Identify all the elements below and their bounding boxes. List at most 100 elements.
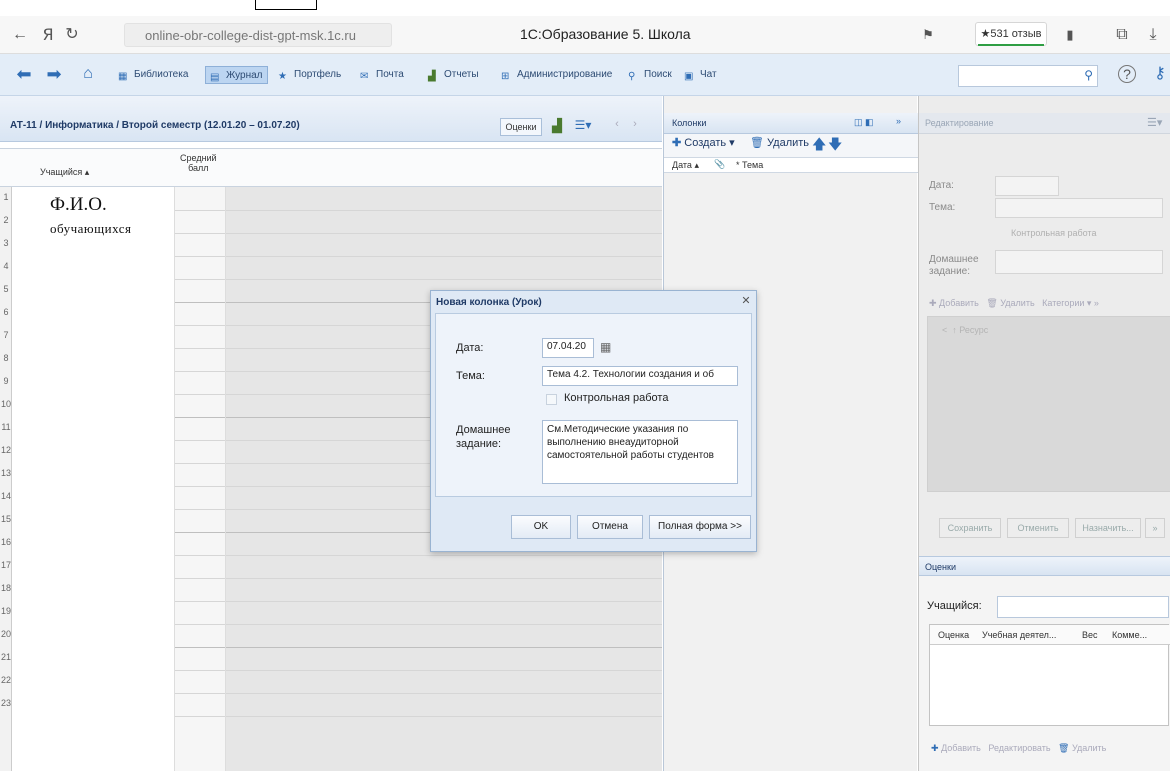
row-number-column: 1 2 3 4 5 6 7 8 9 10 11 12 13 14 15 16 17 18 19 20 21 22 23 — [0, 187, 12, 771]
edit-topic-field[interactable] — [995, 198, 1163, 218]
delete-grade-button[interactable]: 🗑 Удалить — [1058, 743, 1106, 753]
prev-page-icon[interactable]: ‹ — [610, 118, 624, 136]
columns-toolbar: ✚ Создать ▾ 🗑 Удалить 🡅 🡇 Дата ▴ 📎 * Тем… — [664, 134, 918, 173]
dialog-title: Новая колонка (Урок) — [436, 297, 542, 308]
toolbar-reports[interactable]: ▟ Отчеты — [428, 66, 479, 84]
add-resource-button[interactable]: ✚ Добавить — [929, 298, 979, 308]
delete-resource-label: Удалить — [1000, 298, 1035, 308]
settings-key-icon[interactable]: ⚷ — [1150, 64, 1170, 84]
row-number: 9 — [3, 376, 9, 386]
panel-toggle-icon[interactable]: ◫ ◧ — [854, 117, 874, 128]
extensions-icon[interactable]: ⧉ — [1112, 25, 1132, 45]
toolbar-admin-label: Администрирование — [517, 69, 613, 80]
chat-icon: ▣ — [684, 71, 694, 82]
column-header-students[interactable]: Учащийся ▴ — [40, 167, 89, 178]
grades-subpanel: Оценки Учащийся: Оценка Учебная деятел..… — [919, 556, 1170, 771]
download-icon[interactable]: ⤓ — [1143, 25, 1163, 45]
calendar-icon[interactable]: ▦ — [600, 340, 611, 354]
toolbar-library[interactable]: ▦ Библиотека — [118, 66, 188, 84]
row-number: 5 — [3, 284, 9, 294]
full-form-button[interactable]: Полная форма >> — [649, 515, 751, 539]
column-header-average[interactable]: Средний балл — [180, 153, 217, 173]
grid-row-line — [175, 256, 225, 257]
grades-student-field[interactable] — [997, 596, 1169, 618]
dialog-topic-field[interactable]: Тема 4.2. Технологии создания и об — [542, 366, 738, 386]
grid-row-line — [175, 233, 225, 234]
edit-homework-field[interactable] — [995, 250, 1163, 274]
col-activity[interactable]: Учебная деятел... — [982, 630, 1056, 640]
next-page-icon[interactable]: › — [628, 118, 642, 136]
collapse-icon[interactable]: » — [896, 116, 901, 126]
row-number: 17 — [1, 560, 12, 570]
column-header-average-line1: Средний — [180, 153, 217, 163]
create-button[interactable]: ✚ Создать ▾ — [672, 136, 735, 149]
toolbar-search[interactable]: ⚲ Поиск — [628, 66, 672, 84]
close-icon[interactable]: ✕ — [739, 294, 753, 308]
grid-row-line — [226, 647, 662, 648]
delete-resource-button[interactable]: 🗑 Удалить — [986, 298, 1034, 308]
ok-button[interactable]: OK — [511, 515, 571, 539]
column-header-average-line2: балл — [188, 163, 209, 173]
address-bar[interactable]: online-obr-college-dist-gpt-msk.1c.ru — [124, 23, 392, 47]
row-number: 19 — [1, 606, 12, 616]
move-up-arrow-icon[interactable]: 🡅 — [812, 134, 826, 158]
trash-icon: 🗑 — [1058, 743, 1070, 753]
cropped-boxed-word — [255, 0, 317, 10]
grid-row-line — [175, 440, 225, 441]
bar-chart-icon[interactable]: ▟ — [548, 118, 566, 136]
grid-row-line — [175, 371, 225, 372]
resource-header: < ↑ Ресурс — [942, 325, 989, 335]
cancel-edit-button[interactable]: Отменить — [1007, 518, 1069, 538]
toolbar-journal[interactable]: ▤ Журнал — [205, 66, 268, 84]
column-head-date[interactable]: Дата ▴ — [672, 160, 699, 171]
add-resource-label: Добавить — [939, 298, 979, 308]
help-icon[interactable]: ? — [1118, 65, 1136, 83]
grid-row-line — [226, 601, 662, 602]
toolbar-journal-label: Журнал — [226, 70, 263, 81]
column-head-topic[interactable]: * Тема — [736, 160, 763, 170]
toolbar-chat[interactable]: ▣ Чат — [684, 66, 717, 84]
global-search-input[interactable]: ⚲ — [958, 65, 1098, 87]
bookmark-icon[interactable]: ▮ — [1060, 25, 1080, 45]
delete-button[interactable]: 🗑 Удалить — [750, 136, 809, 149]
journal-header: АТ-11 / Информатика / Второй семестр (12… — [0, 96, 662, 142]
dialog-homework-field[interactable]: См.Методические указания по выполнению в… — [542, 420, 738, 484]
add-grade-button[interactable]: ✚ Добавить — [931, 743, 981, 753]
menu-icon[interactable]: ☰▾ — [1147, 116, 1162, 129]
search-icon[interactable]: ⚲ — [1084, 68, 1093, 82]
edit-grade-button[interactable]: Редактировать — [988, 743, 1050, 753]
grid-row-line — [175, 417, 225, 418]
col-grade[interactable]: Оценка — [938, 630, 969, 640]
col-weight[interactable]: Вес — [1082, 630, 1098, 640]
control-work-checkbox[interactable] — [546, 394, 557, 405]
row-number: 10 — [1, 399, 12, 409]
back-arrow-icon[interactable]: ⬅ — [14, 64, 34, 84]
toolbar-mail[interactable]: ✉ Почта — [360, 66, 404, 84]
edit-date-field[interactable] — [995, 176, 1059, 196]
new-column-dialog: Новая колонка (Урок) ✕ Дата: 07.04.20 ▦ … — [430, 290, 757, 552]
reload-icon[interactable]: ↻ — [62, 25, 82, 45]
journal-title: АТ-11 / Информатика / Второй семестр (12… — [10, 120, 300, 131]
categories-button[interactable]: Категории ▾ » — [1042, 298, 1099, 308]
forward-arrow-icon[interactable]: ➡ — [44, 64, 64, 84]
reviews-badge[interactable]: ★531 отзыв — [975, 22, 1047, 46]
assign-button[interactable]: Назначить... — [1075, 518, 1141, 538]
row-number: 4 — [3, 261, 9, 271]
grades-button[interactable]: Оценки — [500, 118, 542, 136]
cancel-button[interactable]: Отмена — [577, 515, 643, 539]
yandex-logo-icon[interactable]: Я — [38, 25, 58, 45]
reviews-rating-bar — [978, 44, 1044, 46]
back-arrow-icon[interactable]: ← — [10, 25, 30, 45]
toolbar-portfolio[interactable]: ★ Портфель — [278, 66, 341, 84]
translate-icon[interactable]: ⚑ — [918, 25, 938, 45]
more-icon[interactable]: » — [1145, 518, 1165, 538]
save-button[interactable]: Сохранить — [939, 518, 1001, 538]
move-down-arrow-icon[interactable]: 🡇 — [828, 134, 842, 158]
list-menu-icon[interactable]: ☰▾ — [572, 118, 594, 136]
dialog-date-field[interactable]: 07.04.20 — [542, 338, 594, 358]
sort-arrow-icon: ▴ — [84, 167, 90, 177]
toolbar-admin[interactable]: ⊞ Администрирование — [501, 66, 612, 84]
col-comment[interactable]: Комме... — [1112, 630, 1147, 640]
edit-header: Редактирование ☰▾ — [919, 113, 1170, 134]
home-icon[interactable]: ⌂ — [78, 64, 98, 84]
